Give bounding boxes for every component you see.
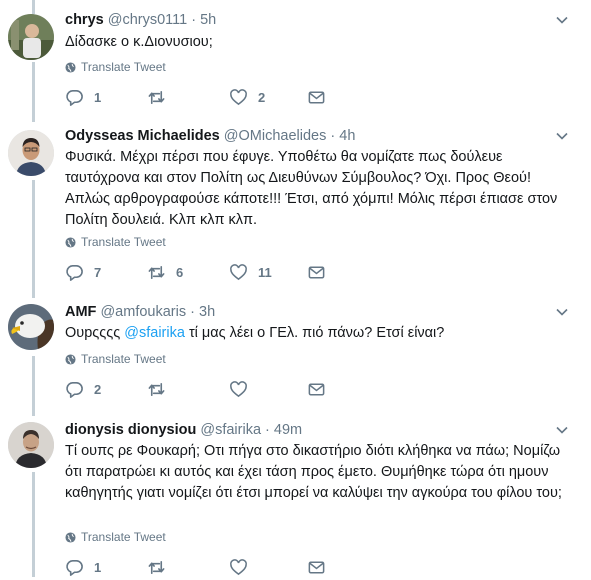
person-photo-icon (8, 14, 54, 60)
tweet[interactable]: dionysis dionysiou @sfairika · 49m Τί ου… (0, 412, 591, 577)
avatar[interactable] (8, 130, 54, 176)
reply-icon (66, 382, 83, 398)
globe-icon (65, 61, 76, 73)
like-count: 2 (258, 90, 266, 105)
chevron-down-icon[interactable] (555, 423, 569, 437)
retweet-button[interactable] (147, 88, 176, 107)
reply-icon (66, 265, 83, 281)
author-handle[interactable]: @sfairika (200, 422, 261, 438)
retweet-button[interactable] (147, 380, 176, 399)
person-photo-icon (8, 130, 54, 176)
translate-label[interactable]: Translate Tweet (81, 235, 166, 249)
direct-message-button[interactable] (307, 558, 326, 577)
direct-message-button[interactable] (307, 88, 326, 107)
translate-label[interactable]: Translate Tweet (81, 352, 166, 366)
translate-label[interactable]: Translate Tweet (81, 530, 166, 544)
tweet[interactable]: AMF @amfoukaris · 3h Ουpςςςς @sfairika τ… (0, 294, 591, 412)
reply-button[interactable]: 2 (65, 380, 101, 399)
reply-button[interactable]: 1 (65, 558, 101, 577)
mail-icon (308, 266, 325, 279)
globe-icon (65, 236, 76, 248)
mail-icon (308, 91, 325, 104)
reply-count: 1 (94, 90, 102, 105)
timestamp[interactable]: 4h (339, 128, 355, 144)
mail-icon (308, 383, 325, 396)
tweet-header: AMF @amfoukaris · 3h (65, 303, 215, 321)
tweet-text: Φυσικά. Μέχρι πέρσι που έφυγε. Υποθέτω θ… (65, 149, 558, 228)
reply-count: 2 (94, 382, 102, 397)
heart-icon (230, 381, 247, 398)
globe-icon (65, 353, 76, 365)
heart-icon (230, 264, 247, 281)
author-name[interactable]: dionysis dionysiou (65, 422, 196, 438)
reply-icon (66, 560, 83, 576)
retweet-icon (148, 560, 165, 575)
reply-count: 1 (94, 560, 102, 575)
like-button[interactable]: 2 (229, 88, 265, 107)
retweet-icon (148, 265, 165, 280)
author-name[interactable]: chrys (65, 12, 104, 28)
tweet[interactable]: chrys @chrys0111 · 5h Δίδασκε ο κ.Διονυσ… (0, 0, 591, 118)
reply-button[interactable]: 1 (65, 88, 101, 107)
author-name[interactable]: AMF (65, 304, 96, 320)
tweet-text-start: Ουpςςςς (65, 325, 125, 341)
mail-icon (308, 561, 325, 574)
like-button[interactable] (229, 380, 258, 399)
avatar[interactable] (8, 304, 54, 350)
translate-tweet-link[interactable]: Translate Tweet (65, 352, 166, 366)
author-handle[interactable]: @OMichaelides (224, 128, 327, 144)
chevron-down-icon[interactable] (555, 305, 569, 319)
tweet-header: Odysseas Michaelides @OMichaelides · 4h (65, 127, 355, 145)
tweet-text: Τί ουπς ρε Φουκαρή; Οτι πήγα στο δικαστή… (65, 443, 562, 501)
translate-tweet-link[interactable]: Translate Tweet (65, 60, 166, 74)
avatar[interactable] (8, 422, 54, 468)
direct-message-button[interactable] (307, 380, 326, 399)
avatar[interactable] (8, 14, 54, 60)
tweet-text: Ουpςςςς @sfairika τί μας λέει ο ΓΕλ. πιό… (65, 323, 565, 344)
person-photo-icon (8, 422, 54, 468)
reply-icon (66, 90, 83, 106)
reply-count: 7 (94, 265, 102, 280)
author-handle[interactable]: @amfoukaris (100, 304, 186, 320)
timestamp[interactable]: 5h (200, 12, 216, 28)
like-button[interactable] (229, 558, 258, 577)
globe-icon (65, 531, 76, 543)
timestamp[interactable]: 49m (274, 422, 302, 438)
tweet-header: dionysis dionysiou @sfairika · 49m (65, 421, 302, 439)
direct-message-button[interactable] (307, 263, 326, 282)
separator-dot: · (191, 12, 197, 28)
author-handle[interactable]: @chrys0111 (108, 12, 187, 28)
tweet-text-end: τί μας λέει ο ΓΕλ. πιό πάνω? Ετσί είναι? (184, 325, 445, 341)
heart-icon (230, 559, 247, 576)
tweet[interactable]: Odysseas Michaelides @OMichaelides · 4h … (0, 118, 591, 294)
chevron-down-icon[interactable] (555, 129, 569, 143)
separator-dot: · (265, 422, 270, 438)
eagle-photo-icon (8, 304, 54, 350)
like-button[interactable]: 11 (229, 263, 272, 282)
translate-label[interactable]: Translate Tweet (81, 60, 166, 74)
tweet-header: chrys @chrys0111 · 5h (65, 11, 216, 29)
author-name[interactable]: Odysseas Michaelides (65, 128, 220, 144)
like-count: 11 (258, 265, 272, 280)
separator-dot: · (190, 304, 195, 320)
translate-tweet-link[interactable]: Translate Tweet (65, 235, 166, 249)
chevron-down-icon[interactable] (555, 13, 569, 27)
retweet-button[interactable] (147, 558, 176, 577)
retweet-button[interactable]: 6 (147, 263, 183, 282)
retweet-icon (148, 90, 165, 105)
separator-dot: · (330, 128, 336, 144)
timestamp[interactable]: 3h (199, 304, 215, 320)
reply-button[interactable]: 7 (65, 263, 101, 282)
heart-icon (230, 89, 247, 106)
retweet-count: 6 (176, 265, 184, 280)
tweet-text: Δίδασκε ο κ.Διονυσιου; (65, 34, 213, 50)
mention-link[interactable]: @sfairika (124, 325, 185, 341)
retweet-icon (148, 382, 165, 397)
translate-tweet-link[interactable]: Translate Tweet (65, 530, 166, 544)
